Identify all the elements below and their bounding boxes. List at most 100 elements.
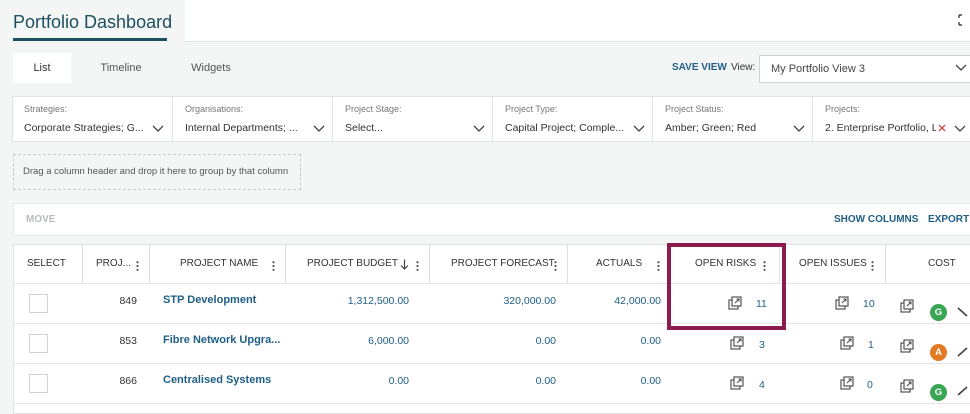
filter-value: Select... (345, 122, 383, 134)
row-select-checkbox[interactable] (29, 294, 48, 313)
popout-icon[interactable] (900, 379, 914, 393)
column-header-label: COST (928, 258, 956, 269)
group-drop-zone[interactable]: Drag a column header and drop it here to… (13, 154, 301, 190)
filter-project-type[interactable]: Project Type: Capital Project; Comple... (493, 96, 653, 142)
kebab-icon[interactable] (657, 261, 660, 271)
open-risks-count[interactable]: 4 (759, 379, 765, 391)
column-header-label: PROJECT BUDGET (307, 258, 398, 269)
filter-strategies[interactable]: Strategies: Corporate Strategies; G... (12, 96, 173, 142)
column-header-project-name[interactable]: PROJECT NAME (150, 245, 286, 283)
trend-arrow-icon (957, 386, 968, 396)
tab-timeline[interactable]: Timeline (86, 53, 156, 83)
project-forecast: 0.00 (535, 375, 556, 387)
chevron-down-icon[interactable] (313, 125, 325, 133)
column-header-project-budget[interactable]: PROJECT BUDGET (286, 245, 430, 283)
popout-icon[interactable] (840, 376, 854, 390)
filter-projects[interactable]: Projects: 2. Enterprise Portfolio, Li (813, 96, 970, 142)
column-header-label: OPEN ISSUES (799, 258, 867, 269)
chevron-down-icon[interactable] (633, 125, 645, 133)
kebab-icon[interactable] (871, 261, 874, 271)
column-header-actuals[interactable]: ACTUALS (568, 245, 670, 283)
tab-list[interactable]: List (13, 53, 71, 83)
project-id: 866 (119, 375, 137, 387)
column-header-project-id[interactable]: PROJ... (83, 245, 150, 283)
clear-x-icon[interactable] (938, 124, 946, 132)
project-name-link[interactable]: STP Development (163, 294, 256, 306)
trend-arrow-icon (957, 307, 968, 317)
column-header-cost[interactable]: COST (886, 245, 970, 283)
project-name-link[interactable]: Fibre Network Upgra... (163, 334, 280, 346)
actuals-value: 0.00 (640, 375, 661, 387)
move-button[interactable]: MOVE (26, 214, 55, 225)
view-select[interactable]: My Portfolio View 3 (759, 55, 970, 83)
filter-value: Capital Project; Comple... (505, 122, 625, 134)
kebab-icon[interactable] (272, 261, 275, 271)
popout-icon[interactable] (730, 376, 744, 390)
column-header-label: PROJECT FORECAST (451, 258, 555, 269)
actuals-value: 0.00 (640, 335, 661, 347)
kebab-icon[interactable] (416, 261, 419, 271)
header-tab-strip (185, 0, 970, 42)
cost-rag-badge: A (930, 344, 947, 361)
open-issues-count[interactable]: 1 (868, 339, 874, 351)
project-budget: 0.00 (388, 375, 409, 387)
chevron-down-icon[interactable] (954, 125, 966, 133)
column-header-select[interactable]: SELECT (13, 245, 83, 283)
filter-label: Project Type: (505, 104, 558, 114)
show-columns-button[interactable]: SHOW COLUMNS (834, 214, 918, 225)
filter-label: Strategies: (24, 104, 68, 114)
row-divider (13, 403, 970, 404)
row-select-checkbox[interactable] (29, 374, 48, 393)
tab-widgets[interactable]: Widgets (176, 53, 246, 83)
action-bar (13, 203, 970, 236)
filter-label: Projects: (825, 104, 861, 114)
project-forecast: 320,000.00 (503, 295, 556, 307)
project-budget: 6,000.00 (368, 335, 409, 347)
column-header-label: PROJECT NAME (180, 258, 259, 269)
project-id: 853 (119, 335, 137, 347)
open-risks-highlight (667, 243, 786, 330)
filter-value: Amber; Green; Red (665, 122, 757, 134)
chevron-down-icon[interactable] (955, 63, 967, 72)
popout-icon[interactable] (840, 336, 854, 350)
popout-icon[interactable] (900, 299, 914, 313)
project-id: 849 (119, 295, 137, 307)
export-button[interactable]: EXPORT (928, 214, 969, 225)
project-name-link[interactable]: Centralised Systems (163, 374, 271, 386)
open-issues-count[interactable]: 0 (867, 379, 873, 391)
filter-label: Organisations: (185, 104, 244, 114)
open-risks-count[interactable]: 3 (759, 339, 765, 351)
column-header-project-forecast[interactable]: PROJECT FORECAST (430, 245, 568, 283)
kebab-icon[interactable] (136, 261, 139, 271)
column-header-open-issues[interactable]: OPEN ISSUES (780, 245, 886, 283)
row-divider (13, 323, 970, 324)
row-divider (13, 283, 970, 284)
project-budget: 1,312,500.00 (347, 295, 409, 307)
popout-icon[interactable] (835, 296, 849, 310)
filter-project-stage[interactable]: Project Stage: Select... (333, 96, 493, 142)
popout-icon[interactable] (730, 336, 744, 350)
trend-arrow-icon (957, 347, 968, 357)
filter-organisations[interactable]: Organisations: Internal Departments; ... (173, 96, 333, 142)
filter-value: 2. Enterprise Portfolio, Li (825, 122, 936, 134)
row-select-checkbox[interactable] (29, 334, 48, 353)
cost-rag-badge: G (930, 304, 947, 321)
page-title: Portfolio Dashboard (13, 12, 173, 32)
kebab-icon[interactable] (554, 261, 557, 271)
popout-icon[interactable] (900, 339, 914, 353)
chevron-down-icon[interactable] (793, 125, 805, 133)
save-view-button[interactable]: SAVE VIEW (672, 62, 727, 73)
project-forecast: 0.00 (535, 335, 556, 347)
filter-project-status[interactable]: Project Status: Amber; Green; Red (653, 96, 813, 142)
sort-desc-icon[interactable] (400, 259, 409, 270)
column-header-label: PROJ... (96, 258, 132, 269)
filter-label: Project Stage: (345, 104, 402, 114)
chevron-down-icon[interactable] (473, 125, 485, 133)
open-issues-count[interactable]: 10 (863, 298, 875, 310)
chevron-down-icon[interactable] (152, 125, 164, 133)
expand-icon[interactable] (958, 14, 968, 26)
title-underline (13, 38, 167, 41)
row-divider (13, 363, 970, 364)
filter-value: Corporate Strategies; G... (24, 122, 144, 134)
column-header-label: ACTUALS (596, 258, 643, 269)
